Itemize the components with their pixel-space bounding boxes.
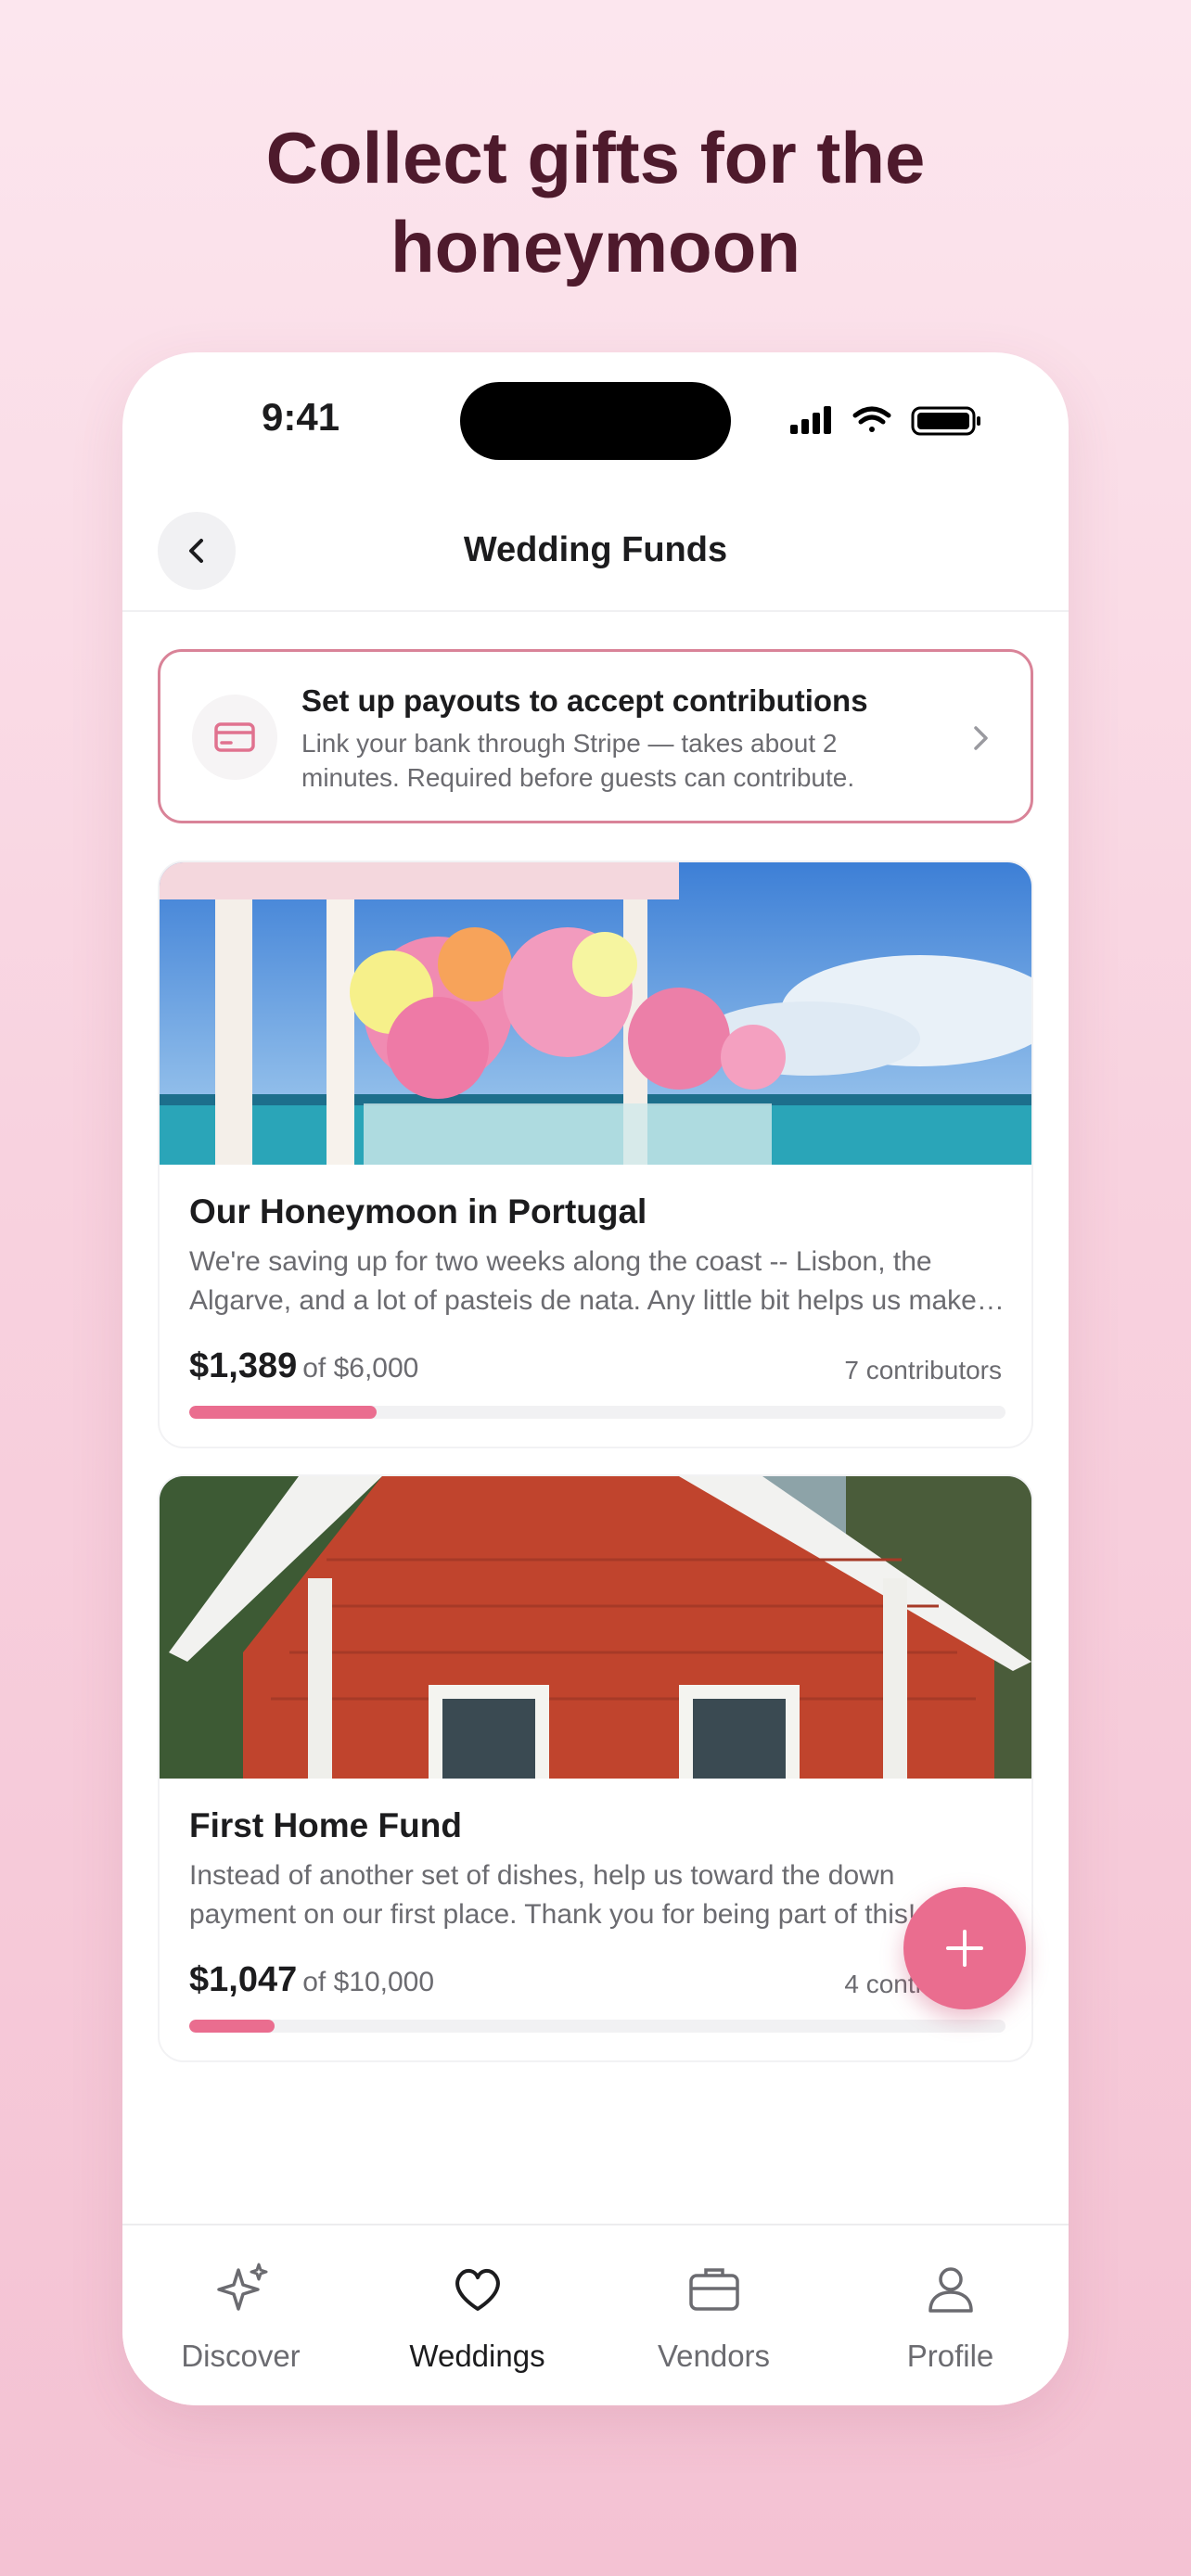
credit-card-icon: [192, 695, 277, 780]
fund-title: Our Honeymoon in Portugal: [189, 1192, 647, 1231]
fund-title: First Home Fund: [189, 1806, 462, 1844]
fund-progress-fill: [189, 2020, 275, 2033]
status-icons: [790, 406, 980, 436]
fund-progress-bar: [189, 2020, 1005, 2033]
add-fund-button[interactable]: [903, 1887, 1026, 2009]
tab-label: Discover: [181, 2339, 301, 2373]
banner-title: Set up payouts to accept contributions: [301, 683, 868, 718]
fund-image-wedding-flowers: [160, 862, 1031, 1165]
tab-label: Weddings: [409, 2339, 545, 2373]
raised-value: $1,389: [189, 1346, 298, 1385]
tab-weddings[interactable]: Weddings: [359, 2259, 596, 2374]
payout-setup-banner[interactable]: Set up payouts to accept contributions L…: [158, 649, 1033, 823]
goal-value: of $6,000: [302, 1353, 419, 1384]
page-title: Wedding Funds: [463, 530, 728, 569]
fund-contributors: 7 contributors: [844, 1356, 1002, 1384]
goal-value: of $10,000: [302, 1967, 435, 1997]
tab-vendors[interactable]: Vendors: [596, 2259, 832, 2374]
fund-progress-bar: [189, 1406, 1005, 1419]
tab-discover[interactable]: Discover: [122, 2259, 359, 2374]
person-icon: [928, 2267, 973, 2313]
fund-card[interactable]: Our Honeymoon in Portugal We're saving u…: [158, 861, 1033, 1448]
plus-icon: [946, 1930, 983, 1967]
chevron-right-icon: [974, 726, 988, 750]
heart-icon: [455, 2269, 500, 2311]
fund-card[interactable]: First Home Fund Instead of another set o…: [158, 1474, 1033, 2062]
status-time: 9:41: [262, 395, 340, 439]
tab-label: Vendors: [657, 2339, 771, 2373]
fund-progress-fill: [189, 1406, 378, 1419]
tab-bar: Discover Weddings Vendors Profile: [122, 2224, 1069, 2405]
phone-frame: 9:41 Wedding Funds Set up payouts to acc…: [122, 352, 1069, 2405]
fund-description: We're saving up for two weeks along the …: [189, 1246, 999, 1316]
battery-icon: [911, 406, 980, 436]
cellular-signal-icon: [790, 406, 831, 434]
banner-subtitle: Link your bank through Stripe — takes ab…: [301, 729, 855, 792]
tab-profile[interactable]: Profile: [832, 2259, 1069, 2374]
page-headline: Collect gifts for the honeymoon: [265, 117, 926, 287]
nav-header: Wedding Funds: [122, 491, 1069, 612]
fund-raised-amount: $1,389 of $6,000: [189, 1346, 418, 1386]
dynamic-island: [460, 382, 731, 460]
fund-image-red-house: [160, 1476, 1031, 1779]
briefcase-icon: [688, 2268, 739, 2311]
tab-label: Profile: [906, 2339, 994, 2373]
fund-description: Instead of another set of dishes, help u…: [189, 1860, 916, 1930]
wifi-icon: [852, 406, 891, 432]
fund-raised-amount: $1,047 of $10,000: [189, 1960, 434, 2000]
raised-value: $1,047: [189, 1960, 298, 1999]
sparkles-icon: [216, 2263, 267, 2311]
